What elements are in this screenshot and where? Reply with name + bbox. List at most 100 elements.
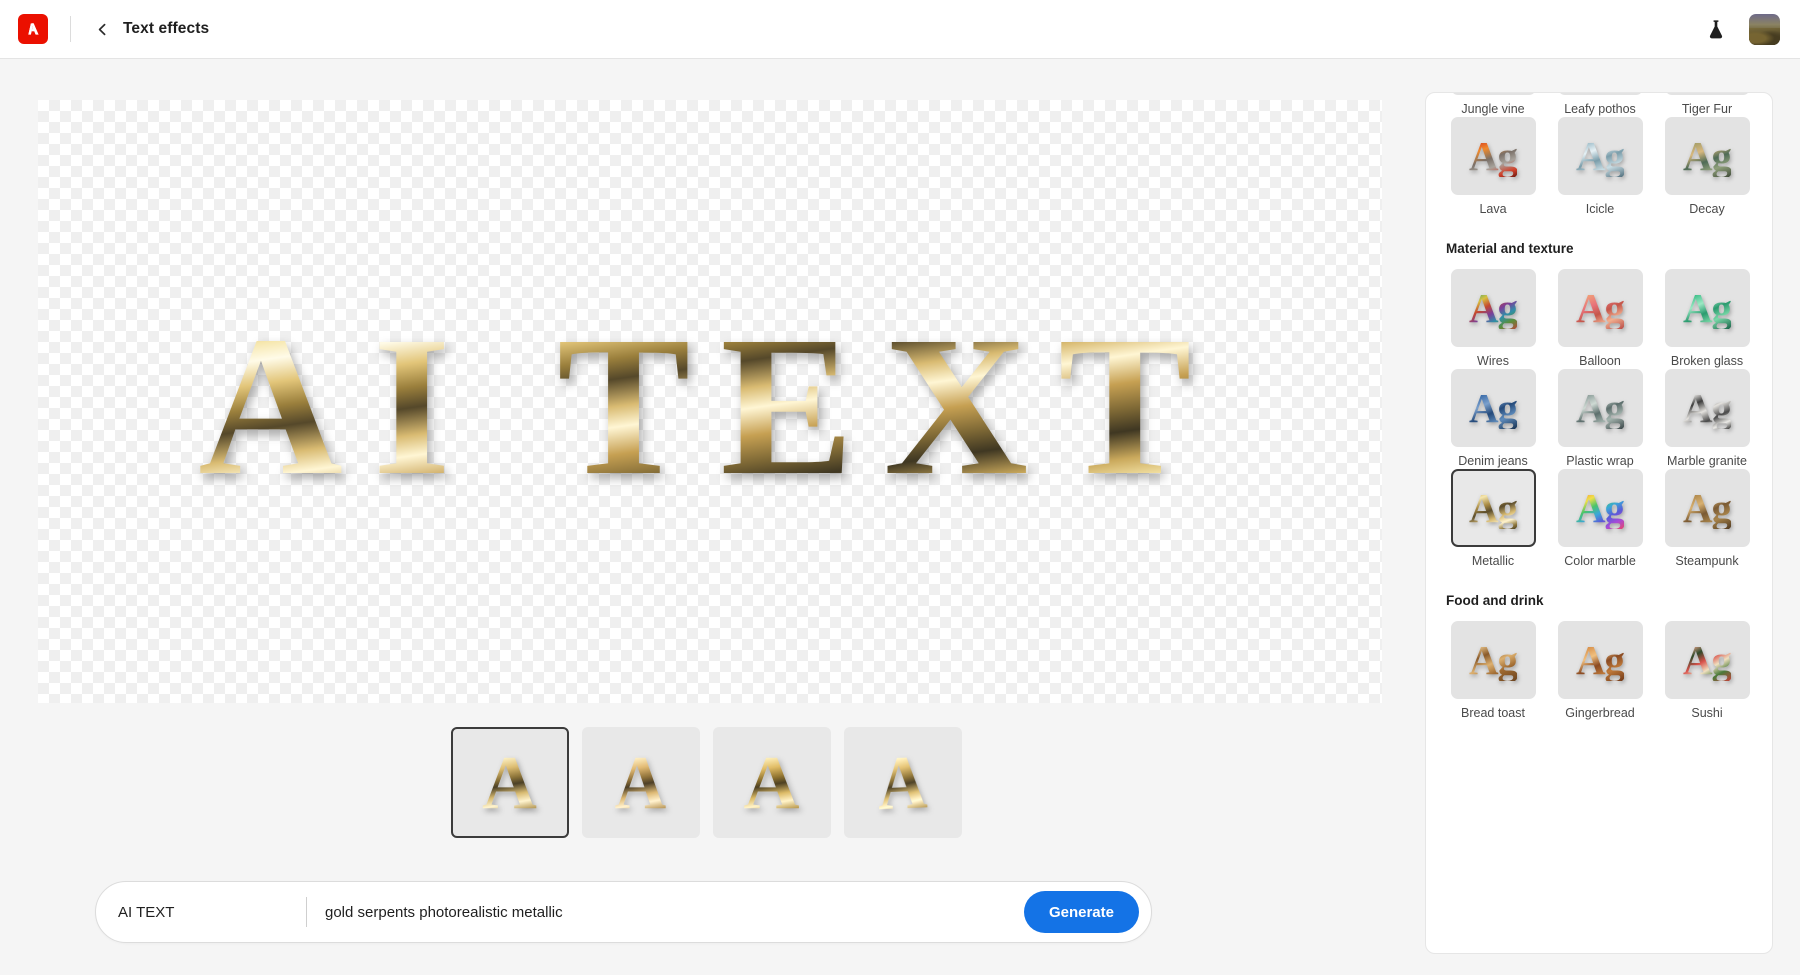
effect-thumbnail: Ag bbox=[1451, 369, 1536, 447]
effect-sample-glyph: Ag bbox=[1469, 288, 1517, 329]
effect-option-denim-jeans[interactable]: Ag Denim jeans bbox=[1446, 369, 1540, 469]
effect-option-bread-toast[interactable]: Ag Bread toast bbox=[1446, 621, 1540, 721]
effect-thumbnail: Ag bbox=[1665, 369, 1750, 447]
effect-thumbnail: Ag bbox=[1665, 92, 1750, 95]
effect-label: Broken glass bbox=[1671, 354, 1743, 369]
effect-thumbnail: Ag bbox=[1665, 469, 1750, 547]
effect-sample-glyph: Ag bbox=[1683, 640, 1731, 681]
variation-thumbnail-1[interactable]: A bbox=[451, 727, 569, 838]
effect-thumbnail: Ag bbox=[1558, 369, 1643, 447]
effect-sample-glyph: Ag bbox=[1683, 388, 1731, 429]
effect-sample-glyph: Ag bbox=[1576, 288, 1624, 329]
chevron-left-icon bbox=[96, 23, 109, 36]
section-heading: Material and texture bbox=[1446, 241, 1754, 256]
effect-sample-glyph: Ag bbox=[1683, 136, 1731, 177]
effect-grid: AgDenim jeansAgPlastic wrapAgMarble gran… bbox=[1446, 369, 1754, 469]
effect-option-lava[interactable]: Ag Lava bbox=[1446, 117, 1540, 217]
effects-sidebar[interactable]: AgJungle vineAgLeafy pothosAgTiger FurAg… bbox=[1425, 92, 1773, 954]
effect-option-wires[interactable]: Ag Wires bbox=[1446, 269, 1540, 369]
back-button[interactable] bbox=[89, 16, 115, 42]
variation-thumbnail-3[interactable]: A bbox=[713, 727, 831, 838]
effect-option-marble-granite[interactable]: Ag Marble granite bbox=[1660, 369, 1754, 469]
variation-thumbnails: A A A A bbox=[0, 727, 1412, 838]
effect-option-metallic[interactable]: Ag Metallic bbox=[1446, 469, 1540, 569]
header-divider bbox=[70, 16, 71, 42]
effect-option-tiger-fur[interactable]: Ag Tiger Fur bbox=[1660, 92, 1754, 117]
variation-glyph: A bbox=[615, 745, 667, 821]
prompt-bar: AI TEXT gold serpents photorealistic met… bbox=[95, 881, 1152, 943]
effect-option-color-marble[interactable]: Ag Color marble bbox=[1553, 469, 1647, 569]
effect-option-jungle-vine[interactable]: Ag Jungle vine bbox=[1446, 92, 1540, 117]
user-avatar[interactable] bbox=[1749, 14, 1780, 45]
effect-thumbnail: Ag bbox=[1665, 269, 1750, 347]
effect-option-steampunk[interactable]: Ag Steampunk bbox=[1660, 469, 1754, 569]
effect-grid: AgWiresAgBalloonAgBroken glass bbox=[1446, 269, 1754, 369]
effect-thumbnail: Ag bbox=[1451, 621, 1536, 699]
effect-label: Metallic bbox=[1472, 554, 1514, 569]
effect-grid: Ag Bread toast Ag Gingerbread Ag Sushi bbox=[1446, 621, 1754, 721]
effect-label: Steampunk bbox=[1675, 554, 1738, 569]
effect-label: Gingerbread bbox=[1565, 706, 1635, 721]
variation-glyph: A bbox=[743, 745, 799, 821]
effect-label: Bread toast bbox=[1461, 706, 1525, 721]
variation-thumbnail-4[interactable]: A bbox=[844, 727, 962, 838]
effect-thumbnail: Ag bbox=[1451, 269, 1536, 347]
effects-scroll-area[interactable]: AgJungle vineAgLeafy pothosAgTiger FurAg… bbox=[1426, 92, 1773, 745]
effect-thumbnail: Ag bbox=[1665, 621, 1750, 699]
adobe-logo-glyph bbox=[25, 21, 42, 37]
text-input[interactable]: AI TEXT bbox=[96, 904, 306, 921]
effect-description-input[interactable]: gold serpents photorealistic metallic bbox=[307, 904, 1024, 921]
effect-sample-glyph: Ag bbox=[1683, 288, 1731, 329]
effect-label: Sushi bbox=[1691, 706, 1722, 721]
artwork-canvas[interactable]: AI TEXT bbox=[38, 100, 1382, 703]
effect-sample-glyph: Ag bbox=[1576, 136, 1624, 177]
variation-thumbnail-2[interactable]: A bbox=[582, 727, 700, 838]
effect-grid: Ag Jungle vine Ag Leafy pothos Ag Tiger Fur bbox=[1446, 92, 1754, 117]
effect-label: Leafy pothos bbox=[1564, 102, 1636, 117]
effect-thumbnail: Ag bbox=[1558, 117, 1643, 195]
effect-sample-glyph: Ag bbox=[1469, 640, 1517, 681]
effect-thumbnail: Ag bbox=[1558, 92, 1643, 95]
effect-option-gingerbread[interactable]: Ag Gingerbread bbox=[1553, 621, 1647, 721]
effect-option-leafy-pothos[interactable]: Ag Leafy pothos bbox=[1553, 92, 1647, 117]
effect-label: Wires bbox=[1477, 354, 1509, 369]
app-header: Text effects bbox=[0, 0, 1800, 59]
effect-option-broken-glass[interactable]: Ag Broken glass bbox=[1660, 269, 1754, 369]
effect-label: Lava bbox=[1479, 202, 1506, 217]
adobe-logo[interactable] bbox=[18, 14, 48, 44]
effect-sample-glyph: Ag bbox=[1683, 488, 1731, 529]
effect-option-icicle[interactable]: Ag Icicle bbox=[1553, 117, 1647, 217]
effect-thumbnail: Ag bbox=[1451, 117, 1536, 195]
effect-thumbnail: Ag bbox=[1451, 92, 1536, 95]
effect-sample-glyph: Ag bbox=[1576, 640, 1624, 681]
effect-thumbnail: Ag bbox=[1451, 469, 1536, 547]
variation-glyph: A bbox=[877, 744, 929, 822]
effect-grid: Ag Lava Ag Icicle Ag Decay bbox=[1446, 117, 1754, 217]
effect-option-decay[interactable]: Ag Decay bbox=[1660, 117, 1754, 217]
effect-option-sushi[interactable]: Ag Sushi bbox=[1660, 621, 1754, 721]
page-title: Text effects bbox=[123, 20, 209, 38]
effect-sample-glyph: Ag bbox=[1576, 488, 1624, 529]
effect-option-plastic-wrap[interactable]: AgPlastic wrap bbox=[1553, 369, 1647, 469]
section-heading: Food and drink bbox=[1446, 593, 1754, 608]
effect-sample-glyph: Ag bbox=[1469, 488, 1517, 529]
workspace: AI TEXT A A A A AI TEXT gold serpents ph… bbox=[0, 59, 1412, 975]
artwork-text: AI TEXT bbox=[198, 307, 1221, 507]
effect-label: Tiger Fur bbox=[1682, 102, 1732, 117]
effect-grid: Ag Metallic Ag Color marble Ag Steampunk bbox=[1446, 469, 1754, 569]
effect-thumbnail: Ag bbox=[1558, 469, 1643, 547]
effect-label: Color marble bbox=[1564, 554, 1636, 569]
flask-icon[interactable] bbox=[1701, 14, 1731, 44]
effect-thumbnail: Ag bbox=[1558, 269, 1643, 347]
effect-label: Jungle vine bbox=[1461, 102, 1524, 117]
effect-thumbnail: Ag bbox=[1665, 117, 1750, 195]
effect-label: Icicle bbox=[1586, 202, 1614, 217]
effect-label: Decay bbox=[1689, 202, 1724, 217]
effect-sample-glyph: Ag bbox=[1469, 136, 1517, 177]
effect-label: Denim jeans bbox=[1458, 454, 1527, 469]
artwork-container: AI TEXT bbox=[38, 100, 1382, 703]
header-actions bbox=[1701, 14, 1780, 45]
generate-button[interactable]: Generate bbox=[1024, 891, 1139, 933]
effect-option-balloon[interactable]: AgBalloon bbox=[1553, 269, 1647, 369]
effect-label: Marble granite bbox=[1667, 454, 1747, 469]
